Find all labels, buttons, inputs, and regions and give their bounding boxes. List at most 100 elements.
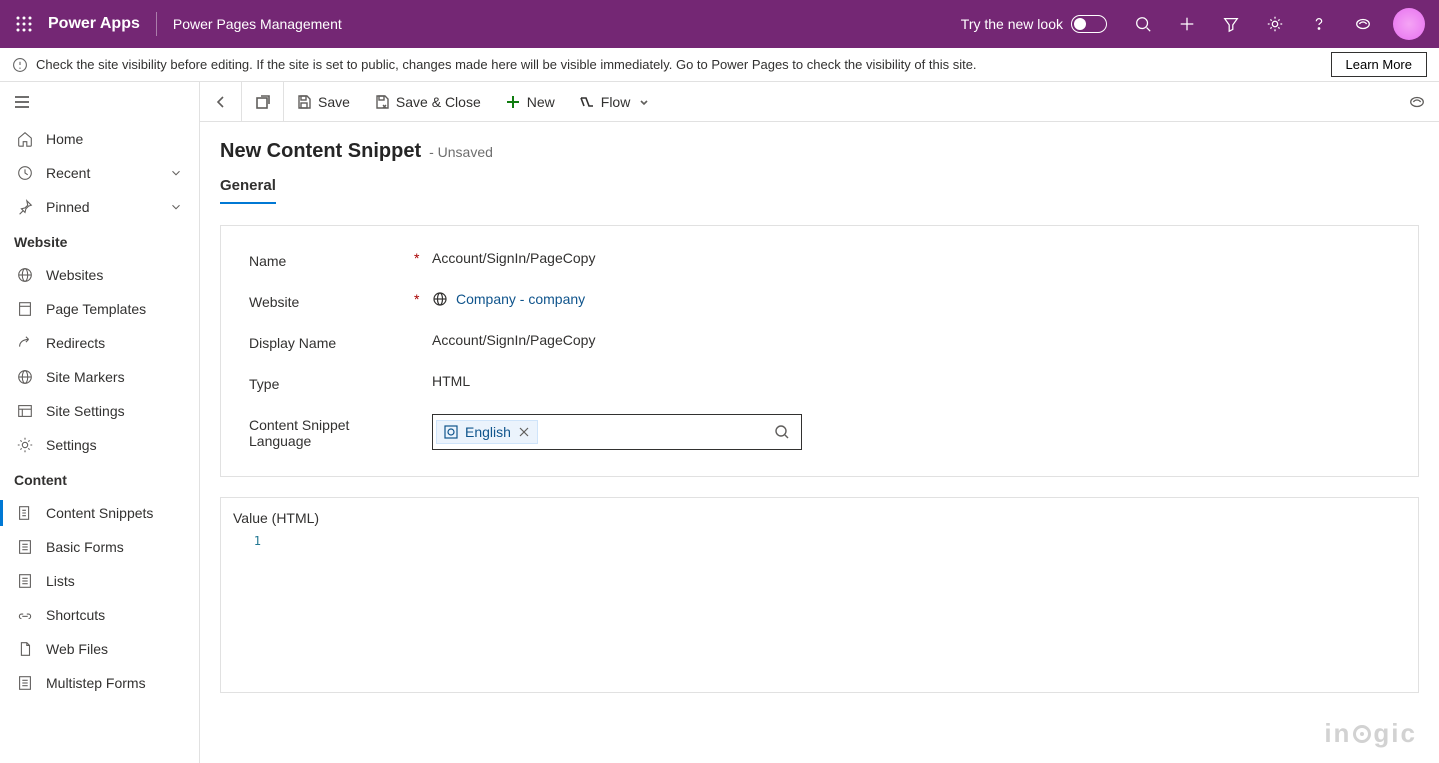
learn-more-button[interactable]: Learn More <box>1331 52 1427 77</box>
language-lookup[interactable]: English <box>432 414 802 450</box>
nav-label: Site Settings <box>46 403 125 419</box>
type-label: Type <box>249 373 414 392</box>
flow-button[interactable]: Flow <box>567 82 663 122</box>
redirect-icon <box>16 334 34 352</box>
nav-shortcuts[interactable]: Shortcuts <box>0 598 199 632</box>
html-editor[interactable]: 1 <box>221 532 1418 692</box>
new-label: New <box>527 94 555 110</box>
new-button[interactable]: New <box>493 82 567 122</box>
multistep-icon <box>16 674 34 692</box>
avatar[interactable] <box>1393 8 1425 40</box>
globe-icon <box>432 291 448 307</box>
back-arrow-icon <box>213 94 229 110</box>
tab-general[interactable]: General <box>220 177 276 204</box>
general-card: Name * Account/SignIn/PageCopy Website *… <box>220 225 1419 477</box>
nav-content-snippets[interactable]: Content Snippets <box>0 496 199 530</box>
filter-button[interactable] <box>1211 0 1251 48</box>
name-field[interactable]: Account/SignIn/PageCopy <box>432 250 1390 266</box>
shortcut-icon <box>16 606 34 624</box>
nav-recent[interactable]: Recent <box>0 156 199 190</box>
plus-icon <box>505 94 521 110</box>
nav-label: Home <box>46 131 83 147</box>
sidebar: Home Recent Pinned Website Websites Page… <box>0 82 200 763</box>
nav-page-templates[interactable]: Page Templates <box>0 292 199 326</box>
open-new-window-button[interactable] <box>242 82 284 122</box>
back-button[interactable] <box>200 82 242 122</box>
chevron-down-icon <box>169 166 183 180</box>
nav-settings[interactable]: Settings <box>0 428 199 462</box>
main-content: Save Save & Close New Flow New Cont <box>200 82 1439 763</box>
toggle-icon[interactable] <box>1071 15 1107 33</box>
nav-home[interactable]: Home <box>0 122 199 156</box>
header-divider <box>156 12 157 36</box>
app-name[interactable]: Power Apps <box>48 15 140 33</box>
save-label: Save <box>318 94 350 110</box>
nav-label: Web Files <box>46 641 108 657</box>
nav-site-markers[interactable]: Site Markers <box>0 360 199 394</box>
sidebar-toggle[interactable] <box>0 82 199 122</box>
nav-basic-forms[interactable]: Basic Forms <box>0 530 199 564</box>
type-field[interactable]: HTML <box>432 373 1390 389</box>
pin-icon <box>16 198 34 216</box>
save-close-button[interactable]: Save & Close <box>362 82 493 122</box>
copilot-icon <box>1354 15 1372 33</box>
form-icon <box>16 538 34 556</box>
plus-icon <box>1178 15 1196 33</box>
save-close-label: Save & Close <box>396 94 481 110</box>
gear-icon <box>16 436 34 454</box>
editor-code-area[interactable] <box>269 532 1418 692</box>
copilot-button[interactable] <box>1343 0 1383 48</box>
save-icon <box>296 94 312 110</box>
nav-lists[interactable]: Lists <box>0 564 199 598</box>
display-name-field[interactable]: Account/SignIn/PageCopy <box>432 332 1390 348</box>
search-button[interactable] <box>1123 0 1163 48</box>
add-button[interactable] <box>1167 0 1207 48</box>
nav-label: Pinned <box>46 199 90 215</box>
nav-websites[interactable]: Websites <box>0 258 199 292</box>
nav-web-files[interactable]: Web Files <box>0 632 199 666</box>
settings-button[interactable] <box>1255 0 1295 48</box>
nav-multistep-forms[interactable]: Multistep Forms <box>0 666 199 700</box>
nav-label: Recent <box>46 165 90 181</box>
nav-pinned[interactable]: Pinned <box>0 190 199 224</box>
close-icon[interactable] <box>517 425 531 439</box>
nav-label: Settings <box>46 437 97 453</box>
try-new-look-toggle[interactable]: Try the new look <box>961 15 1107 33</box>
globe-icon <box>16 266 34 284</box>
gear-icon <box>1266 15 1284 33</box>
website-lookup[interactable]: Company - company <box>432 291 585 307</box>
nav-redirects[interactable]: Redirects <box>0 326 199 360</box>
save-button[interactable]: Save <box>284 82 362 122</box>
file-icon <box>16 640 34 658</box>
section-content: Content <box>0 462 199 496</box>
chevron-down-icon <box>169 200 183 214</box>
nav-label: Redirects <box>46 335 105 351</box>
required-indicator: * <box>414 291 432 307</box>
open-window-icon <box>255 94 271 110</box>
section-website: Website <box>0 224 199 258</box>
language-pill[interactable]: English <box>436 420 538 444</box>
chevron-down-icon <box>638 96 650 108</box>
waffle-menu[interactable] <box>8 8 40 40</box>
nav-site-settings[interactable]: Site Settings <box>0 394 199 428</box>
assistant-button[interactable] <box>1395 93 1439 111</box>
nav-label: Site Markers <box>46 369 125 385</box>
display-name-label: Display Name <box>249 332 414 351</box>
save-close-icon <box>374 94 390 110</box>
globe-icon <box>16 368 34 386</box>
environment-name[interactable]: Power Pages Management <box>173 16 342 32</box>
editor-gutter: 1 <box>221 532 269 692</box>
language-value: English <box>465 424 511 440</box>
page-title: New Content Snippet <box>220 140 421 163</box>
info-icon <box>12 57 28 73</box>
nav-label: Basic Forms <box>46 539 124 555</box>
nav-label: Websites <box>46 267 103 283</box>
language-icon <box>443 424 459 440</box>
search-icon[interactable] <box>774 424 790 440</box>
help-icon <box>1310 15 1328 33</box>
try-new-look-label: Try the new look <box>961 16 1063 32</box>
header-actions: Try the new look <box>961 0 1431 48</box>
help-button[interactable] <box>1299 0 1339 48</box>
command-bar: Save Save & Close New Flow <box>200 82 1439 122</box>
flow-icon <box>579 94 595 110</box>
